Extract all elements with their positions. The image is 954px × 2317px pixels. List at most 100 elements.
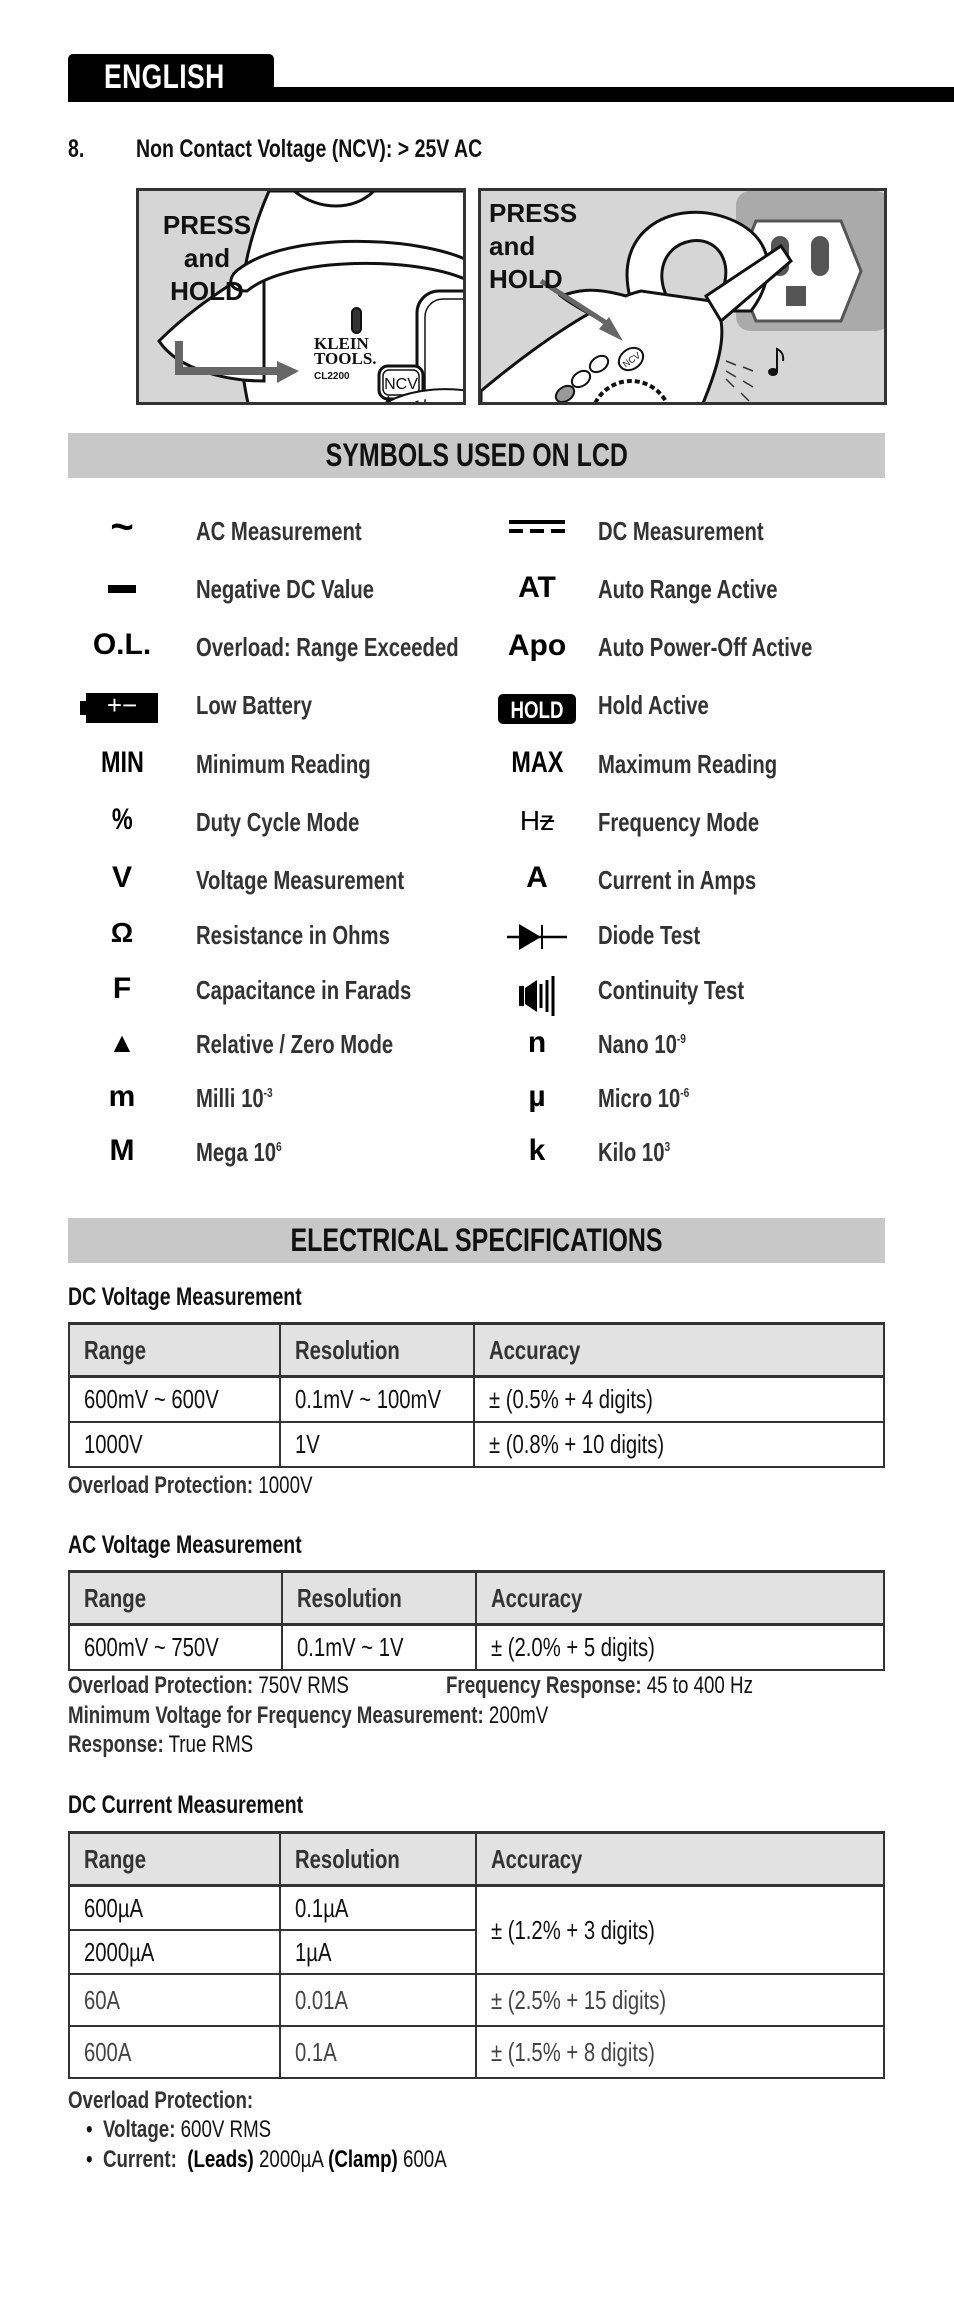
step-number: 8.	[68, 135, 89, 164]
ac-voltage-overload-note: Overload Protection: 750V RMS	[68, 1672, 349, 1699]
table-row: 600mV ~ 600V 0.1mV ~ 100mV ± (0.5% + 4 d…	[68, 1375, 885, 1423]
press-text: PRESS	[489, 198, 578, 228]
symbol-label: Mega 106	[196, 1137, 282, 1167]
column-header-accuracy: Accuracy	[475, 1570, 885, 1626]
specs-section-title: ELECTRICAL SPECIFICATIONS	[290, 1222, 663, 1258]
dc-current-table: Range Resolution Accuracy 600µA 0.1µA ± …	[68, 1831, 885, 2079]
svg-text:Ā: Ā	[385, 394, 392, 405]
cell-resolution: 1V	[279, 1421, 475, 1468]
cell-accuracy: ± (2.5% + 15 digits)	[475, 1973, 885, 2027]
symbol-label: Voltage Measurement	[196, 865, 405, 895]
ac-voltage-heading: AC Voltage Measurement	[68, 1531, 302, 1559]
nano-icon: n	[527, 1026, 547, 1059]
sound-waves-icon	[725, 360, 754, 402]
column-header-resolution: Resolution	[281, 1570, 477, 1626]
cell-accuracy: ± (0.8% + 10 digits)	[473, 1421, 885, 1468]
symbol-label: Minimum Reading	[196, 749, 371, 779]
symbol-label: DC Measurement	[598, 516, 764, 546]
and-text: and	[489, 231, 536, 261]
max-text-icon: MAX	[510, 746, 563, 779]
symbol-label: Negative DC Value	[196, 574, 375, 604]
cell-range: 600mV ~ 600V	[68, 1375, 281, 1423]
symbol-label: Continuity Test	[598, 975, 745, 1005]
dc-voltage-overload-note: Overload Protection: 1000V	[68, 1472, 313, 1499]
milli-icon: m	[108, 1080, 136, 1113]
ohm-icon: Ω	[110, 917, 134, 948]
cell-accuracy-shared: ± (1.2% + 3 digits)	[475, 1884, 885, 1975]
table-row: 600mV ~ 750V 0.1mV ~ 1V ± (2.0% + 5 digi…	[68, 1623, 885, 1671]
symbol-label: Duty Cycle Mode	[196, 807, 360, 837]
symbol-label: Overload: Range Exceeded	[196, 632, 459, 662]
table-header-row: Range Resolution Accuracy	[68, 1831, 885, 1887]
brand-tools-text: TOOLS.	[314, 349, 377, 368]
cell-resolution: 0.1A	[279, 2025, 477, 2079]
overload-voltage-bullet: • Voltage: 600V RMS	[86, 2116, 272, 2143]
ac-response-note: Response: True RMS	[68, 1731, 254, 1758]
symbol-label: Kilo 103	[598, 1137, 671, 1167]
step-title-text: Non Contact Voltage (NCV): > 25V AC	[136, 135, 483, 163]
percent-icon: %	[111, 803, 133, 836]
music-note-icon	[768, 347, 785, 376]
symbol-label: Relative / Zero Mode	[196, 1029, 394, 1059]
model-text: CL2200	[314, 371, 350, 382]
hertz-icon: Hz	[519, 805, 555, 836]
cell-range: 2000µA	[68, 1929, 281, 1975]
continuity-speaker-icon	[487, 974, 587, 1026]
table-row: 600µA 0.1µA ± (1.2% + 3 digits)	[68, 1884, 885, 1975]
dc-current-overload-heading: Overload Protection:	[68, 2087, 254, 2114]
cell-resolution: 0.1µA	[279, 1884, 477, 1931]
step-title: Non Contact Voltage (NCV): > 25V AC	[136, 135, 580, 164]
ac-min-voltage-note: Minimum Voltage for Frequency Measuremen…	[68, 1702, 549, 1729]
cell-range: 600mV ~ 750V	[68, 1623, 283, 1671]
symbol-label: Auto Power-Off Active	[598, 632, 813, 662]
symbol-label: Micro 10-6	[598, 1083, 690, 1113]
dc-symbol-icon	[487, 520, 587, 533]
cell-resolution: 0.1mV ~ 100mV	[279, 1375, 475, 1423]
table-header-row: Range Resolution Accuracy	[68, 1570, 885, 1626]
ncv-button-text: NCV	[384, 376, 418, 393]
symbol-label: Frequency Mode	[598, 807, 760, 837]
ncv-illustration-outlet: NCV PRESS and HOLD	[478, 188, 887, 405]
ac-voltage-table: Range Resolution Accuracy 600mV ~ 750V 0…	[68, 1570, 885, 1671]
column-header-range: Range	[68, 1570, 283, 1626]
ac-frequency-response-note: Frequency Response: 45 to 400 Hz	[446, 1672, 753, 1699]
micro-icon: µ	[528, 1080, 546, 1113]
language-tab: ENGLISH	[68, 54, 274, 102]
column-header-accuracy: Accuracy	[473, 1322, 885, 1378]
volt-icon: V	[111, 861, 132, 894]
table-row: 600A 0.1A ± (1.5% + 8 digits)	[68, 2025, 885, 2079]
farad-icon: F	[112, 972, 132, 1005]
column-header-resolution: Resolution	[279, 1831, 477, 1887]
cell-accuracy: ± (1.5% + 8 digits)	[475, 2025, 885, 2079]
diode-icon	[487, 922, 587, 960]
symbol-label: Diode Test	[598, 920, 701, 950]
symbols-section-header: SYMBOLS USED ON LCD	[68, 433, 885, 478]
low-battery-icon: +−	[72, 690, 172, 731]
cell-range: 1000V	[68, 1421, 281, 1468]
auto-power-off-text-icon: Apo	[507, 629, 567, 662]
press-text: PRESS	[162, 210, 252, 240]
table-header-row: Range Resolution Accuracy	[68, 1322, 885, 1378]
symbol-label: Milli 10-3	[196, 1083, 273, 1113]
and-text: and	[183, 243, 231, 273]
symbol-label: Resistance in Ohms	[196, 920, 390, 950]
triangle-icon: ▲	[108, 1027, 136, 1058]
dc-current-heading: DC Current Measurement	[68, 1791, 304, 1819]
dc-voltage-table: Range Resolution Accuracy 600mV ~ 600V 0…	[68, 1322, 885, 1468]
language-tab-label: ENGLISH	[104, 58, 225, 96]
column-header-range: Range	[68, 1322, 281, 1378]
symbol-label: Current in Amps	[598, 865, 757, 895]
kilo-icon: k	[528, 1134, 546, 1167]
specs-section-header: ELECTRICAL SPECIFICATIONS	[68, 1218, 885, 1263]
symbol-label: Hold Active	[598, 690, 709, 720]
symbol-label: Auto Range Active	[598, 574, 778, 604]
symbol-label: Capacitance in Farads	[196, 975, 412, 1005]
ac-tilde-icon: ~	[110, 505, 134, 549]
cell-range: 600µA	[68, 1884, 281, 1931]
negative-bar-icon	[72, 585, 172, 593]
cell-accuracy: ± (2.0% + 5 digits)	[475, 1623, 885, 1671]
overload-text-icon: O.L.	[92, 628, 152, 661]
press-and-hold-instruction-right: PRESS and HOLD	[489, 197, 577, 296]
cell-resolution: 1µA	[279, 1929, 477, 1975]
cell-range: 600A	[68, 2025, 281, 2079]
